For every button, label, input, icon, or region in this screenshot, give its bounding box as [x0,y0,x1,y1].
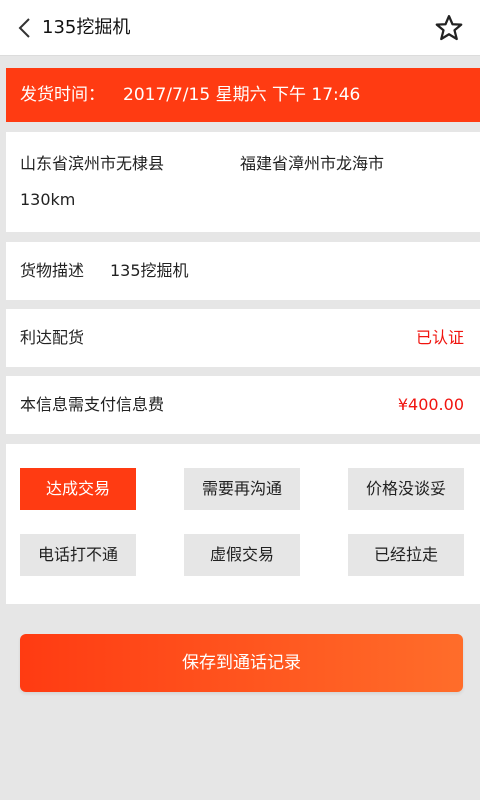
call-result-tags: 达成交易 需要再沟通 价格没谈妥 电话打不通 虚假交易 已经拉走 [6,444,480,604]
info-fee-row: 本信息需支付信息费 ¥400.00 [6,376,480,434]
route-distance: 130km [20,190,76,209]
info-fee-label: 本信息需支付信息费 [20,395,165,414]
company-name: 利达配货 [20,328,85,347]
tag-already-taken[interactable]: 已经拉走 [348,534,464,576]
destination-location: 福建省漳州市龙海市 [240,154,385,173]
cargo-value: 135挖掘机 [110,261,189,280]
tag-fake-deal[interactable]: 虚假交易 [184,534,300,576]
save-to-call-log-button[interactable]: 保存到通话记录 [20,634,463,692]
verified-badge: 已认证 [415,328,464,347]
route-card: 山东省滨州市无棣县 福建省漳州市龙海市 130km [6,132,480,232]
tag-phone-unreachable[interactable]: 电话打不通 [20,534,136,576]
tag-need-more-talk[interactable]: 需要再沟通 [184,468,300,510]
origin-location: 山东省滨州市无棣县 [20,154,165,173]
info-fee-amount: ¥400.00 [397,395,464,414]
ship-time-value: 2017/7/15 星期六 下午 17:46 [123,85,361,105]
cargo-description-row: 货物描述 135挖掘机 [6,242,480,300]
chevron-left-icon[interactable] [14,16,38,40]
page-title: 135挖掘机 [42,17,131,38]
ship-time-label: 发货时间： [20,85,105,105]
star-outline-icon[interactable] [434,13,464,43]
top-bar: 135挖掘机 [0,0,480,56]
cargo-label: 货物描述 [20,261,85,280]
company-row[interactable]: 利达配货 已认证 [6,309,480,367]
tag-deal-done[interactable]: 达成交易 [20,468,136,510]
ship-time-banner: 发货时间： 2017/7/15 星期六 下午 17:46 [6,68,480,122]
tag-price-not-agreed[interactable]: 价格没谈妥 [348,468,464,510]
